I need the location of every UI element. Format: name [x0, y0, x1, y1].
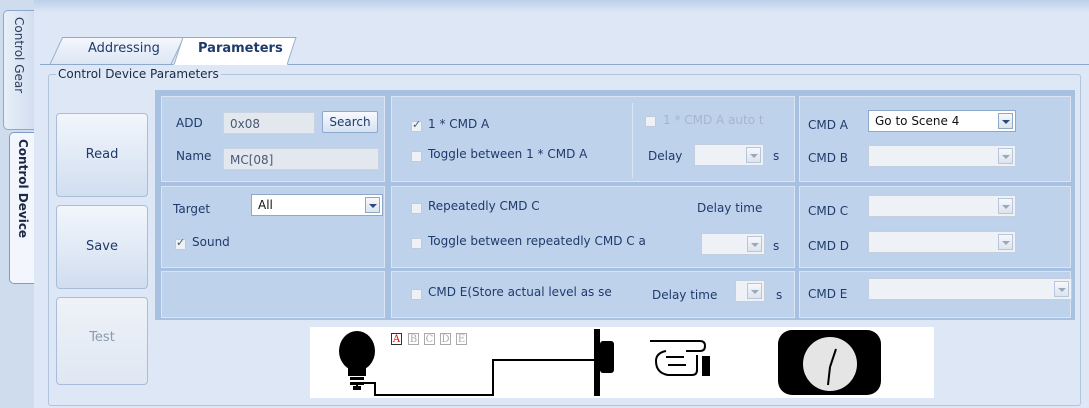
name-field[interactable]: MC[08] — [223, 148, 379, 170]
cmd-a-b-cell — [799, 96, 1071, 182]
pointing-hand-icon — [650, 340, 710, 376]
cmd-c-label: CMD C — [808, 204, 849, 218]
search-button[interactable]: Search — [322, 111, 378, 133]
toggle-a-label: Toggle between 1 * CMD A — [428, 147, 588, 161]
delay-label: Delay — [648, 149, 683, 163]
chevron-down-icon — [747, 283, 762, 299]
cmd-a-once-checkbox[interactable] — [411, 118, 422, 132]
target-select[interactable]: All — [251, 194, 383, 216]
test-button[interactable]: Test — [56, 297, 148, 385]
cmd-e-select[interactable] — [868, 278, 1072, 300]
read-button[interactable]: Read — [56, 113, 148, 197]
cmd-a-options-cell — [391, 96, 795, 182]
tab-control-gear-label: Control Gear — [12, 17, 26, 94]
sound-label: Sound — [192, 235, 230, 249]
chevron-down-icon — [365, 197, 380, 213]
cmd-b-label: CMD B — [808, 151, 849, 165]
cmd-d-select[interactable] — [868, 231, 1016, 253]
dimmer-dial-icon — [778, 330, 881, 395]
push-button-icon — [594, 329, 614, 396]
add-label: ADD — [176, 116, 203, 130]
delay-e-select[interactable] — [735, 280, 765, 302]
chevron-down-icon — [746, 147, 761, 163]
save-button[interactable]: Save — [56, 205, 148, 289]
group-title: Control Device Parameters — [56, 67, 221, 81]
cmd-a-label: CMD A — [808, 118, 848, 132]
delay-time-e-label: Delay time — [652, 288, 718, 302]
tab-addressing-label: Addressing — [88, 41, 160, 56]
empty-cell — [161, 271, 385, 318]
cmd-a-select[interactable]: Go to Scene 4 — [868, 110, 1016, 132]
tab-control-device[interactable]: Control Device — [9, 132, 36, 284]
chevron-down-icon — [998, 113, 1013, 129]
chevron-down-icon — [747, 236, 762, 252]
delay-c-select[interactable] — [701, 233, 765, 255]
indicator-letter-b: B — [408, 333, 419, 345]
cmd-d-label: CMD D — [808, 239, 850, 253]
chevron-down-icon — [998, 234, 1013, 250]
chevron-down-icon — [998, 148, 1013, 164]
delay-e-unit: s — [776, 288, 783, 302]
toggle-c-checkbox[interactable] — [411, 238, 422, 249]
delay-unit: s — [773, 149, 780, 163]
toggle-c-label: Toggle between repeatedly CMD C a — [428, 234, 646, 248]
sound-checkbox[interactable] — [175, 236, 186, 250]
cmd-b-select[interactable] — [868, 145, 1016, 167]
toggle-a-checkbox[interactable] — [411, 151, 422, 162]
cmd-a-divider — [632, 103, 633, 178]
indicator-letter-c: C — [424, 333, 435, 345]
target-select-value: All — [258, 198, 273, 212]
light-bulb-icon — [339, 331, 375, 390]
tab-control-gear[interactable]: Control Gear — [3, 10, 34, 130]
delay-time-label: Delay time — [697, 201, 763, 215]
cmd-a-auto-label: 1 * CMD A auto t — [663, 113, 764, 127]
tab-parameters-label: Parameters — [198, 41, 283, 56]
device-diagram-svg — [339, 329, 881, 396]
repeat-c-label: Repeatedly CMD C — [428, 199, 540, 213]
delay-c-unit: s — [773, 239, 780, 253]
repeat-c-checkbox[interactable] — [411, 203, 422, 214]
cmd-c-select[interactable] — [868, 195, 1016, 217]
device-diagram — [310, 327, 934, 398]
delay-select[interactable] — [694, 144, 764, 166]
name-label: Name — [176, 149, 212, 163]
chevron-down-icon — [1054, 281, 1069, 297]
chevron-down-icon — [998, 198, 1013, 214]
top-bar — [34, 0, 1089, 12]
cmd-a-select-value: Go to Scene 4 — [875, 114, 960, 128]
cmd-e-option-label: CMD E(Store actual level as se — [428, 285, 612, 299]
indicator-letter-d: D — [440, 333, 451, 345]
address-field[interactable]: 0x08 — [223, 112, 315, 134]
target-label: Target — [173, 202, 211, 216]
indicator-letter-a: A — [391, 333, 402, 345]
cmd-a-auto-checkbox[interactable] — [645, 116, 656, 127]
cmd-e-label: CMD E — [808, 287, 848, 301]
cmd-e-option-checkbox[interactable] — [411, 289, 422, 300]
indicator-letter-e: E — [456, 333, 467, 345]
tab-control-device-label: Control Device — [16, 139, 30, 239]
cmd-a-once-label: 1 * CMD A — [428, 117, 490, 131]
wire-line — [356, 359, 595, 396]
